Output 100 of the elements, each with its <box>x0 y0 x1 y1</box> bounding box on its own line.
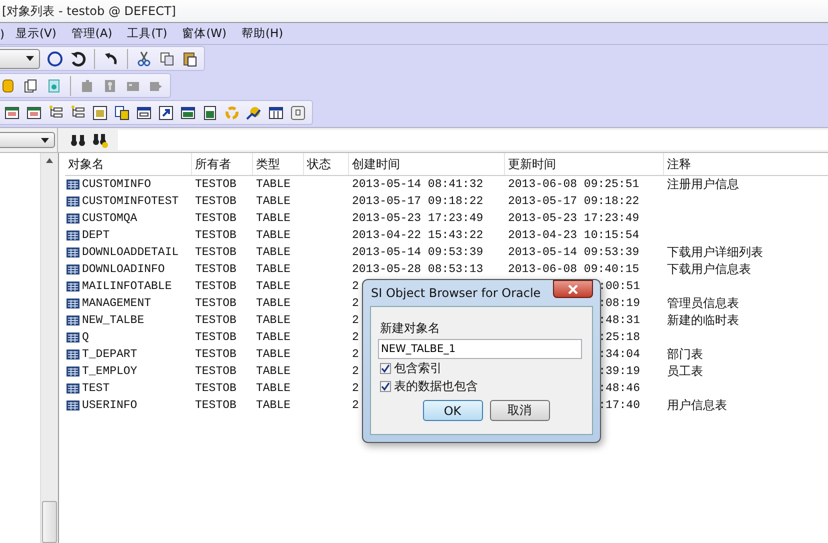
caret-icon <box>26 56 34 61</box>
menu-item[interactable]: 帮助(H) <box>234 26 292 41</box>
dropdown[interactable] <box>0 48 40 68</box>
column-header[interactable]: 创建时间 <box>349 153 505 175</box>
scroll-thumb[interactable] <box>42 501 57 543</box>
sheet-icon[interactable] <box>202 104 218 120</box>
table-cell: 2013-05-28 08:53:13 <box>352 263 484 276</box>
table-icon[interactable] <box>180 104 196 120</box>
table-cell: :48:46 <box>598 382 640 395</box>
table-icon <box>66 264 80 275</box>
table-cell: TABLE <box>256 382 291 395</box>
table-cell: TABLE <box>256 314 291 327</box>
cancel-button[interactable]: 取消 <box>490 400 550 421</box>
tree-icon[interactable] <box>70 104 86 120</box>
circle-icon[interactable] <box>47 50 63 66</box>
window-title: [对象列表 - testob @ DEFECT] <box>1 2 176 20</box>
checkbox-label[interactable]: 包含索引 <box>394 360 442 377</box>
table-cell[interactable]: CUSTOMINFOTEST <box>82 195 179 208</box>
table-cell: 2013-05-14 09:53:39 <box>508 246 640 259</box>
table-icon <box>66 383 80 394</box>
table-cell: 2 <box>352 382 359 395</box>
table-cell: TABLE <box>256 229 291 242</box>
close-icon <box>568 284 578 294</box>
table-cell[interactable]: T_DEPART <box>82 348 138 361</box>
table-cell: TABLE <box>256 212 291 225</box>
window-icon[interactable] <box>4 104 20 120</box>
checkbox[interactable] <box>380 381 391 392</box>
table-cell[interactable]: DOWNLOADINFO <box>82 263 165 276</box>
table-cell: 2013-05-17 09:18:22 <box>352 195 484 208</box>
table-cell[interactable]: TEST <box>82 382 110 395</box>
table-cell: 2013-05-14 08:41:32 <box>352 178 484 191</box>
table-icon <box>66 281 80 292</box>
menu-item[interactable]: 显示(V) <box>8 26 64 41</box>
table-cell: 2 <box>352 297 359 310</box>
menu-item[interactable]: 窗体(W) <box>175 26 235 41</box>
window-icon[interactable] <box>26 104 42 120</box>
scissors-icon[interactable] <box>136 50 152 66</box>
table-cell: TESTOB <box>195 178 236 191</box>
table-cell: 2013-06-08 09:40:15 <box>508 263 640 276</box>
binoculars-star-icon[interactable] <box>92 132 108 148</box>
column-header[interactable]: 类型 <box>253 153 304 175</box>
table-icon <box>66 315 80 326</box>
table-cell: TESTOB <box>195 212 236 225</box>
checkbox[interactable] <box>380 363 391 374</box>
table-cell: 2013-05-17 09:18:22 <box>508 195 640 208</box>
column-header[interactable]: 所有者 <box>192 153 253 175</box>
table-cell: :34:04 <box>598 348 640 361</box>
table-cell[interactable]: DOWNLOADDETAIL <box>82 246 179 259</box>
menu-item[interactable]: ) <box>0 26 8 40</box>
checkbox-label[interactable]: 表的数据也包含 <box>394 378 478 395</box>
table-cell: :17:40 <box>598 399 640 412</box>
redo-icon[interactable] <box>70 50 86 66</box>
table-cell: 2 <box>352 314 359 327</box>
table-cell: 2013-04-22 15:43:22 <box>352 229 484 242</box>
table-cell: 2 <box>352 365 359 378</box>
columns-icon[interactable] <box>268 104 284 120</box>
table-icon <box>66 298 80 309</box>
ok-button[interactable]: OK <box>422 400 482 421</box>
table-cell: 2013-04-23 10:15:54 <box>508 229 640 242</box>
name-field[interactable]: NEW_TALBE_1 <box>378 339 582 359</box>
field-label: 新建对象名 <box>380 320 441 337</box>
table-cell[interactable]: MANAGEMENT <box>82 297 152 310</box>
column-header[interactable]: 状态 <box>304 153 349 175</box>
table-cell: 2 <box>352 348 359 361</box>
table-cell: TESTOB <box>195 195 236 208</box>
shortcut-icon[interactable] <box>158 104 174 120</box>
table-cell[interactable]: T_EMPLOY <box>82 365 138 378</box>
table-cell: 2 <box>352 280 359 293</box>
table-cell: TESTOB <box>195 297 236 310</box>
panel-icon[interactable] <box>136 104 152 120</box>
table-cell: TABLE <box>256 246 291 259</box>
copy-icon[interactable] <box>159 50 175 66</box>
table-icon <box>66 400 80 411</box>
table-cell[interactable]: USERINFO <box>82 399 138 412</box>
table-cell: :39:19 <box>598 365 640 378</box>
table-cell[interactable]: DEPT <box>82 229 110 242</box>
column-header[interactable]: 对象名 <box>65 153 192 175</box>
scrollbar[interactable] <box>40 153 58 543</box>
menu-item[interactable]: 工具(T) <box>120 26 176 41</box>
table-cell: TESTOB <box>195 348 236 361</box>
dropdown[interactable] <box>0 132 55 148</box>
table-cell: 注册用户信息 <box>667 176 739 193</box>
paste-icon[interactable] <box>182 50 198 66</box>
tree-icon[interactable] <box>48 104 64 120</box>
binoculars-icon[interactable] <box>70 132 86 148</box>
undo-icon[interactable] <box>103 50 119 66</box>
column-header[interactable]: 更新时间 <box>505 153 664 175</box>
table-cell: 2013-05-23 17:23:49 <box>352 212 484 225</box>
table-cell: 下载用户详细列表 <box>667 244 763 261</box>
column-header[interactable]: 注释 <box>664 153 828 175</box>
documents-icon[interactable] <box>23 78 39 94</box>
table-cell[interactable]: Q <box>82 331 89 344</box>
scroll-up-icon[interactable] <box>46 158 53 163</box>
table-cell[interactable]: CUSTOMQA <box>82 212 138 225</box>
table-cell[interactable]: CUSTOMINFO <box>82 178 152 191</box>
table-cell[interactable]: MAILINFOTABLE <box>82 280 172 293</box>
table-cell[interactable]: NEW_TALBE <box>82 314 144 327</box>
menu-item[interactable]: 管理(A) <box>64 26 120 41</box>
close-button[interactable] <box>553 280 593 298</box>
chart-icon[interactable] <box>246 104 262 120</box>
